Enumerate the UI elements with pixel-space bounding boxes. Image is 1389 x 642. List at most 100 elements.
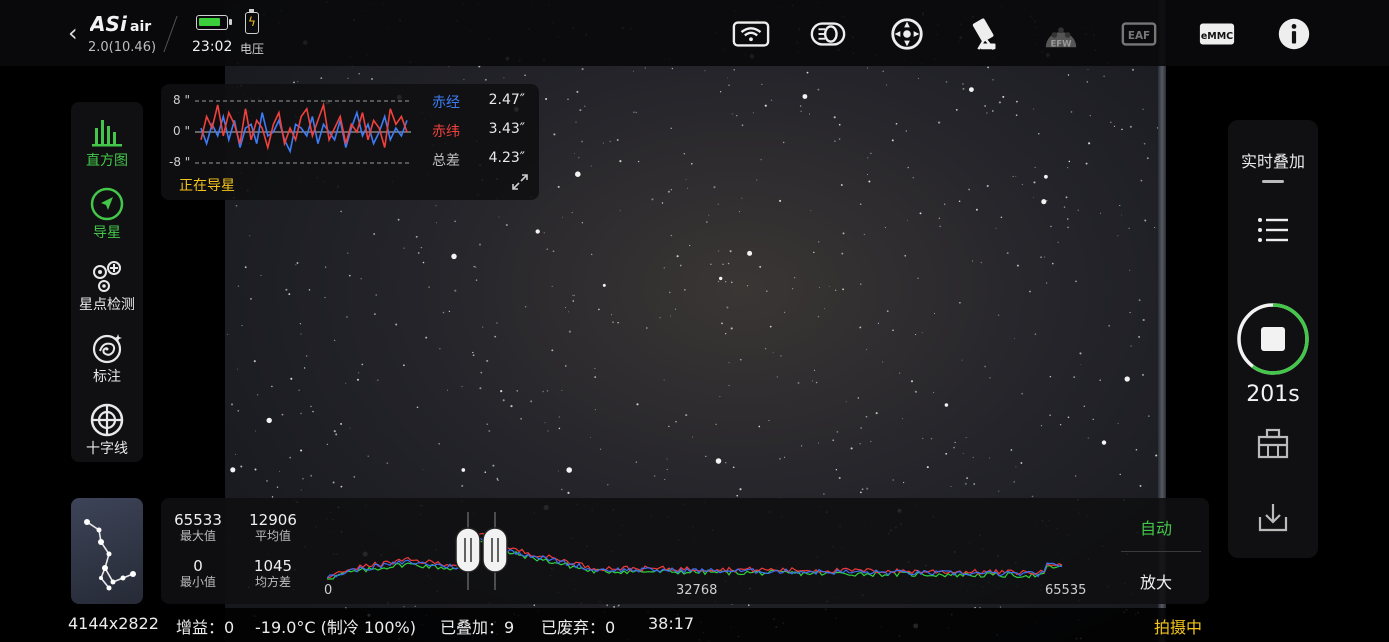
star <box>841 252 844 255</box>
star <box>683 153 685 155</box>
star <box>1140 179 1143 182</box>
star <box>332 481 335 484</box>
star <box>808 113 811 115</box>
star <box>659 317 661 319</box>
emmc-icon[interactable]: eMMC <box>1197 14 1237 54</box>
star <box>581 140 584 143</box>
star <box>474 266 477 269</box>
live-stack-title[interactable]: 实时叠加 <box>1228 148 1318 172</box>
voltage-icon[interactable]: ϟ <box>245 9 259 34</box>
star <box>356 378 360 381</box>
storage-disk-icon[interactable] <box>808 14 848 54</box>
star <box>510 405 513 408</box>
star <box>845 401 847 403</box>
mean-label: 平均值 <box>254 529 291 543</box>
star <box>249 235 251 237</box>
star <box>769 325 772 328</box>
star <box>959 302 961 304</box>
star <box>726 306 729 309</box>
expand-icon[interactable] <box>511 173 529 191</box>
star <box>861 488 864 491</box>
star <box>505 224 508 226</box>
star <box>600 448 602 450</box>
top-bar: ‹ AS i air 2.0(10.46) 23:02 ϟ 电压 EFW EAF… <box>0 0 1389 66</box>
star <box>708 214 710 216</box>
svg-text:AS: AS <box>90 12 120 36</box>
gain: 增益：0 <box>176 618 235 637</box>
toolbox-icon[interactable] <box>1255 426 1291 460</box>
star <box>256 394 259 396</box>
star <box>290 377 293 380</box>
star <box>962 87 965 90</box>
info-icon[interactable] <box>1274 14 1314 54</box>
zoom-button[interactable]: 放大 <box>1111 569 1201 593</box>
star <box>1101 440 1107 445</box>
back-chevron-icon[interactable]: ‹ <box>68 20 88 46</box>
tool-annotate[interactable]: 标注 <box>71 322 143 390</box>
star <box>552 250 555 253</box>
star <box>566 467 572 473</box>
tool-histogram[interactable]: 直方图 <box>71 106 143 174</box>
star <box>838 123 841 126</box>
star <box>857 397 860 399</box>
mount-icon[interactable] <box>887 14 927 54</box>
tool-crosshair[interactable]: 十字线 <box>71 394 143 462</box>
star <box>663 267 665 269</box>
star <box>558 427 561 430</box>
tool-guide[interactable]: 导星 <box>71 178 143 246</box>
star <box>300 449 303 452</box>
right-control-panel: 实时叠加 201s <box>1228 120 1318 558</box>
star <box>728 384 730 387</box>
star <box>997 314 1000 316</box>
crosshair-icon <box>90 403 124 437</box>
tool-star-detect[interactable]: 星点检测 <box>71 250 143 318</box>
wifi-icon[interactable] <box>731 14 771 54</box>
star <box>578 157 580 159</box>
histogram-plot[interactable] <box>327 504 1087 594</box>
telescope-icon[interactable] <box>966 14 1006 54</box>
guide-graph-panel[interactable]: 8 " 0 " -8 " 赤经 2.47″ 赤纬 3.43″ 总差 4.23″ … <box>161 84 539 200</box>
star <box>668 425 670 428</box>
list-menu-icon[interactable] <box>1255 216 1291 244</box>
star <box>922 437 924 439</box>
star <box>886 84 888 86</box>
download-icon[interactable] <box>1255 500 1291 534</box>
star <box>484 471 487 474</box>
star <box>488 430 491 432</box>
star <box>255 430 256 432</box>
star <box>562 216 563 218</box>
star <box>492 464 495 467</box>
eaf-icon[interactable]: EAF <box>1119 14 1159 54</box>
white-point-handle[interactable] <box>482 527 508 573</box>
star <box>797 381 800 384</box>
star <box>524 305 527 308</box>
star <box>667 190 670 193</box>
star <box>1044 174 1048 179</box>
star <box>984 365 986 368</box>
efw-icon[interactable]: EFW <box>1041 14 1081 54</box>
star <box>240 465 243 468</box>
star <box>1108 324 1111 327</box>
star <box>1070 111 1073 113</box>
star <box>303 367 306 369</box>
emmc-label: eMMC <box>1201 31 1233 42</box>
star <box>1033 181 1036 184</box>
star <box>305 355 308 357</box>
star <box>663 379 665 381</box>
star <box>254 468 257 471</box>
star <box>241 325 243 327</box>
star <box>675 421 677 423</box>
star <box>544 422 546 424</box>
black-point-handle[interactable] <box>455 527 481 573</box>
star <box>1142 108 1144 110</box>
star <box>995 227 997 229</box>
star <box>828 285 830 287</box>
constellation-thumbnail[interactable] <box>71 498 143 604</box>
star <box>719 396 721 397</box>
auto-stretch-button[interactable]: 自动 <box>1111 515 1201 539</box>
star <box>817 88 820 91</box>
star <box>373 313 376 316</box>
star <box>373 233 376 235</box>
stop-capture-button[interactable] <box>1236 302 1310 376</box>
star <box>866 487 869 490</box>
